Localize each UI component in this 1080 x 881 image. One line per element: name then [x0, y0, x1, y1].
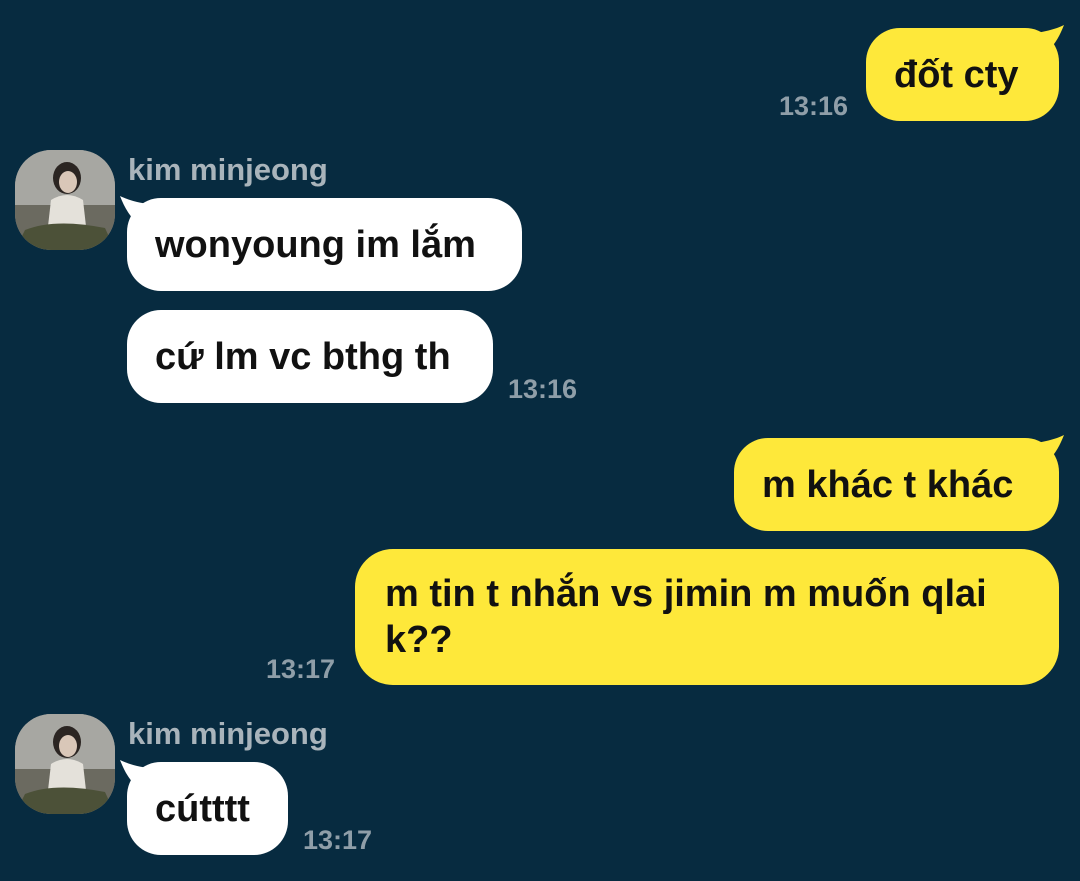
message-timestamp: 13:17	[266, 654, 336, 684]
avatar[interactable]	[15, 714, 115, 814]
message-timestamp: 13:16	[779, 91, 849, 121]
sender-name: kim minjeong	[128, 716, 328, 751]
message-bubble-outgoing[interactable]: m khác t khác	[734, 438, 1059, 531]
message-timestamp: 13:17	[303, 825, 373, 855]
message-bubble-incoming[interactable]: cứ lm vc bthg th	[127, 310, 493, 403]
message-bubble-outgoing[interactable]: m tin t nhắn vs jimin m muốn qlai k??	[355, 549, 1059, 685]
message-timestamp: 13:16	[508, 374, 578, 404]
message-bubble-incoming[interactable]: wonyoung im lắm	[127, 198, 522, 291]
message-bubble-incoming[interactable]: cútttt	[127, 762, 288, 855]
sender-name: kim minjeong	[128, 152, 328, 187]
avatar[interactable]	[15, 150, 115, 250]
message-bubble-outgoing[interactable]: đốt cty	[866, 28, 1059, 121]
